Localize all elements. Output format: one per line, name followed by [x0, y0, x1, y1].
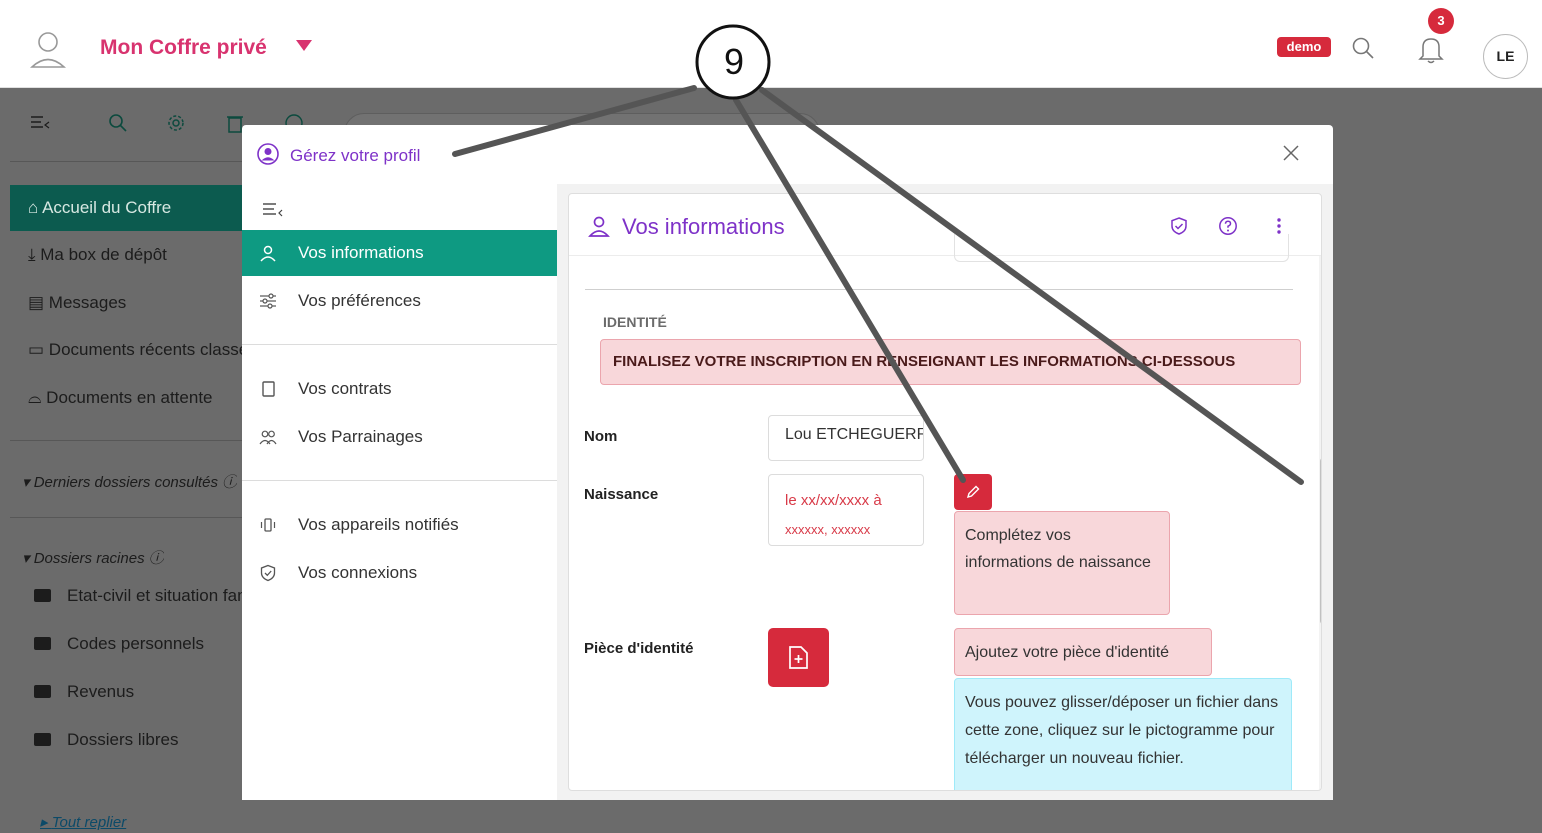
- search-icon[interactable]: [1351, 36, 1375, 60]
- modal-title: Gérez votre profil: [290, 146, 421, 165]
- close-icon[interactable]: [1281, 143, 1301, 163]
- profile-icon: [257, 143, 279, 165]
- more-options-icon[interactable]: [1269, 216, 1289, 236]
- modal-header: Gérez votre profil: [242, 125, 1333, 184]
- divider: [585, 289, 1293, 290]
- folder-item[interactable]: Etat-civil et situation familiale: [34, 586, 244, 606]
- folder-item[interactable]: Dossiers libres: [34, 730, 244, 750]
- birth-hint: Complétez vos informations de naissance: [954, 511, 1170, 615]
- file-plus-icon: [789, 646, 808, 669]
- shield-check-icon[interactable]: [1169, 216, 1189, 236]
- name-label: Nom: [584, 428, 618, 445]
- vault-dropdown-caret-icon[interactable]: [296, 40, 312, 51]
- add-id-document-button[interactable]: [768, 628, 829, 687]
- sliders-icon: [260, 293, 276, 309]
- upload-info: Vous pouvez glisser/déposer un fichier d…: [954, 678, 1292, 790]
- identity-section-label: IDENTITÉ: [603, 314, 667, 330]
- callout-number: 9: [723, 41, 745, 82]
- phone-vibrate-icon: [260, 518, 276, 532]
- shield-icon: [260, 564, 276, 582]
- profile-nav: Vos informations Vos préférences Vos con…: [242, 184, 557, 800]
- name-field[interactable]: Lou ETCHEGUERRY: [768, 415, 924, 461]
- folder-icon: [34, 733, 51, 746]
- card-title: Vos informations: [622, 214, 785, 239]
- collapse-menu-icon[interactable]: [30, 113, 50, 133]
- avatar[interactable]: LE: [1483, 34, 1528, 79]
- folder-icon: [34, 637, 51, 650]
- demo-badge: demo: [1277, 37, 1331, 57]
- nav-item-referrals[interactable]: Vos Parrainages: [242, 414, 557, 460]
- recent-folders-section[interactable]: ▾ Derniers dossiers consultés ⓘ: [22, 471, 237, 492]
- gear-icon[interactable]: [166, 113, 186, 133]
- birth-label: Naissance: [584, 486, 659, 503]
- help-icon[interactable]: [1218, 216, 1238, 236]
- folder-icon: [34, 589, 51, 602]
- content-area: Vos informations IDENTITÉ FINALISEZ VOTR…: [557, 184, 1333, 800]
- bell-icon[interactable]: [1418, 36, 1444, 64]
- folder-icon: [34, 685, 51, 698]
- birth-field[interactable]: le xx/xx/xxxx à xxxxxx, xxxxxx: [768, 474, 924, 546]
- root-folders-section[interactable]: ▾ Dossiers racines ⓘ: [22, 547, 164, 568]
- divider: [242, 480, 557, 481]
- nav-item-informations[interactable]: Vos informations: [242, 230, 557, 276]
- notification-count-badge: 3: [1428, 8, 1454, 34]
- search-icon[interactable]: [108, 113, 128, 133]
- collapse-menu-icon[interactable]: [262, 200, 284, 220]
- nav-item-connections[interactable]: Vos connexions: [242, 550, 557, 596]
- nav-item-preferences[interactable]: Vos préférences: [242, 278, 557, 324]
- scrollbar-thumb[interactable]: [1320, 458, 1321, 624]
- divider: [242, 344, 557, 345]
- registration-alert: FINALISEZ VOTRE INSCRIPTION EN RENSEIGNA…: [600, 339, 1301, 385]
- collapse-all-link[interactable]: ▸ Tout replier: [40, 813, 126, 831]
- nav-item-contracts[interactable]: Vos contrats: [242, 366, 557, 412]
- id-document-label: Pièce d'identité: [584, 640, 694, 657]
- folder-item[interactable]: Revenus: [34, 682, 244, 702]
- pencil-icon: [966, 485, 980, 499]
- person-icon: [260, 245, 276, 262]
- copy-icon: [262, 381, 275, 397]
- folder-item[interactable]: Codes personnels: [34, 634, 244, 654]
- people-icon: [259, 430, 277, 445]
- informations-card: Vos informations IDENTITÉ FINALISEZ VOTR…: [568, 193, 1322, 791]
- id-document-hint: Ajoutez votre pièce d'identité: [954, 628, 1212, 676]
- edit-birth-button[interactable]: [954, 474, 992, 510]
- nav-item-devices[interactable]: Vos appareils notifiés: [242, 502, 557, 548]
- person-icon: [588, 216, 610, 237]
- profile-modal: Gérez votre profil Vos informations Vos …: [242, 125, 1333, 800]
- vault-title[interactable]: Mon Coffre privé: [100, 36, 267, 60]
- previous-field: [954, 234, 1289, 262]
- user-icon[interactable]: [30, 30, 66, 70]
